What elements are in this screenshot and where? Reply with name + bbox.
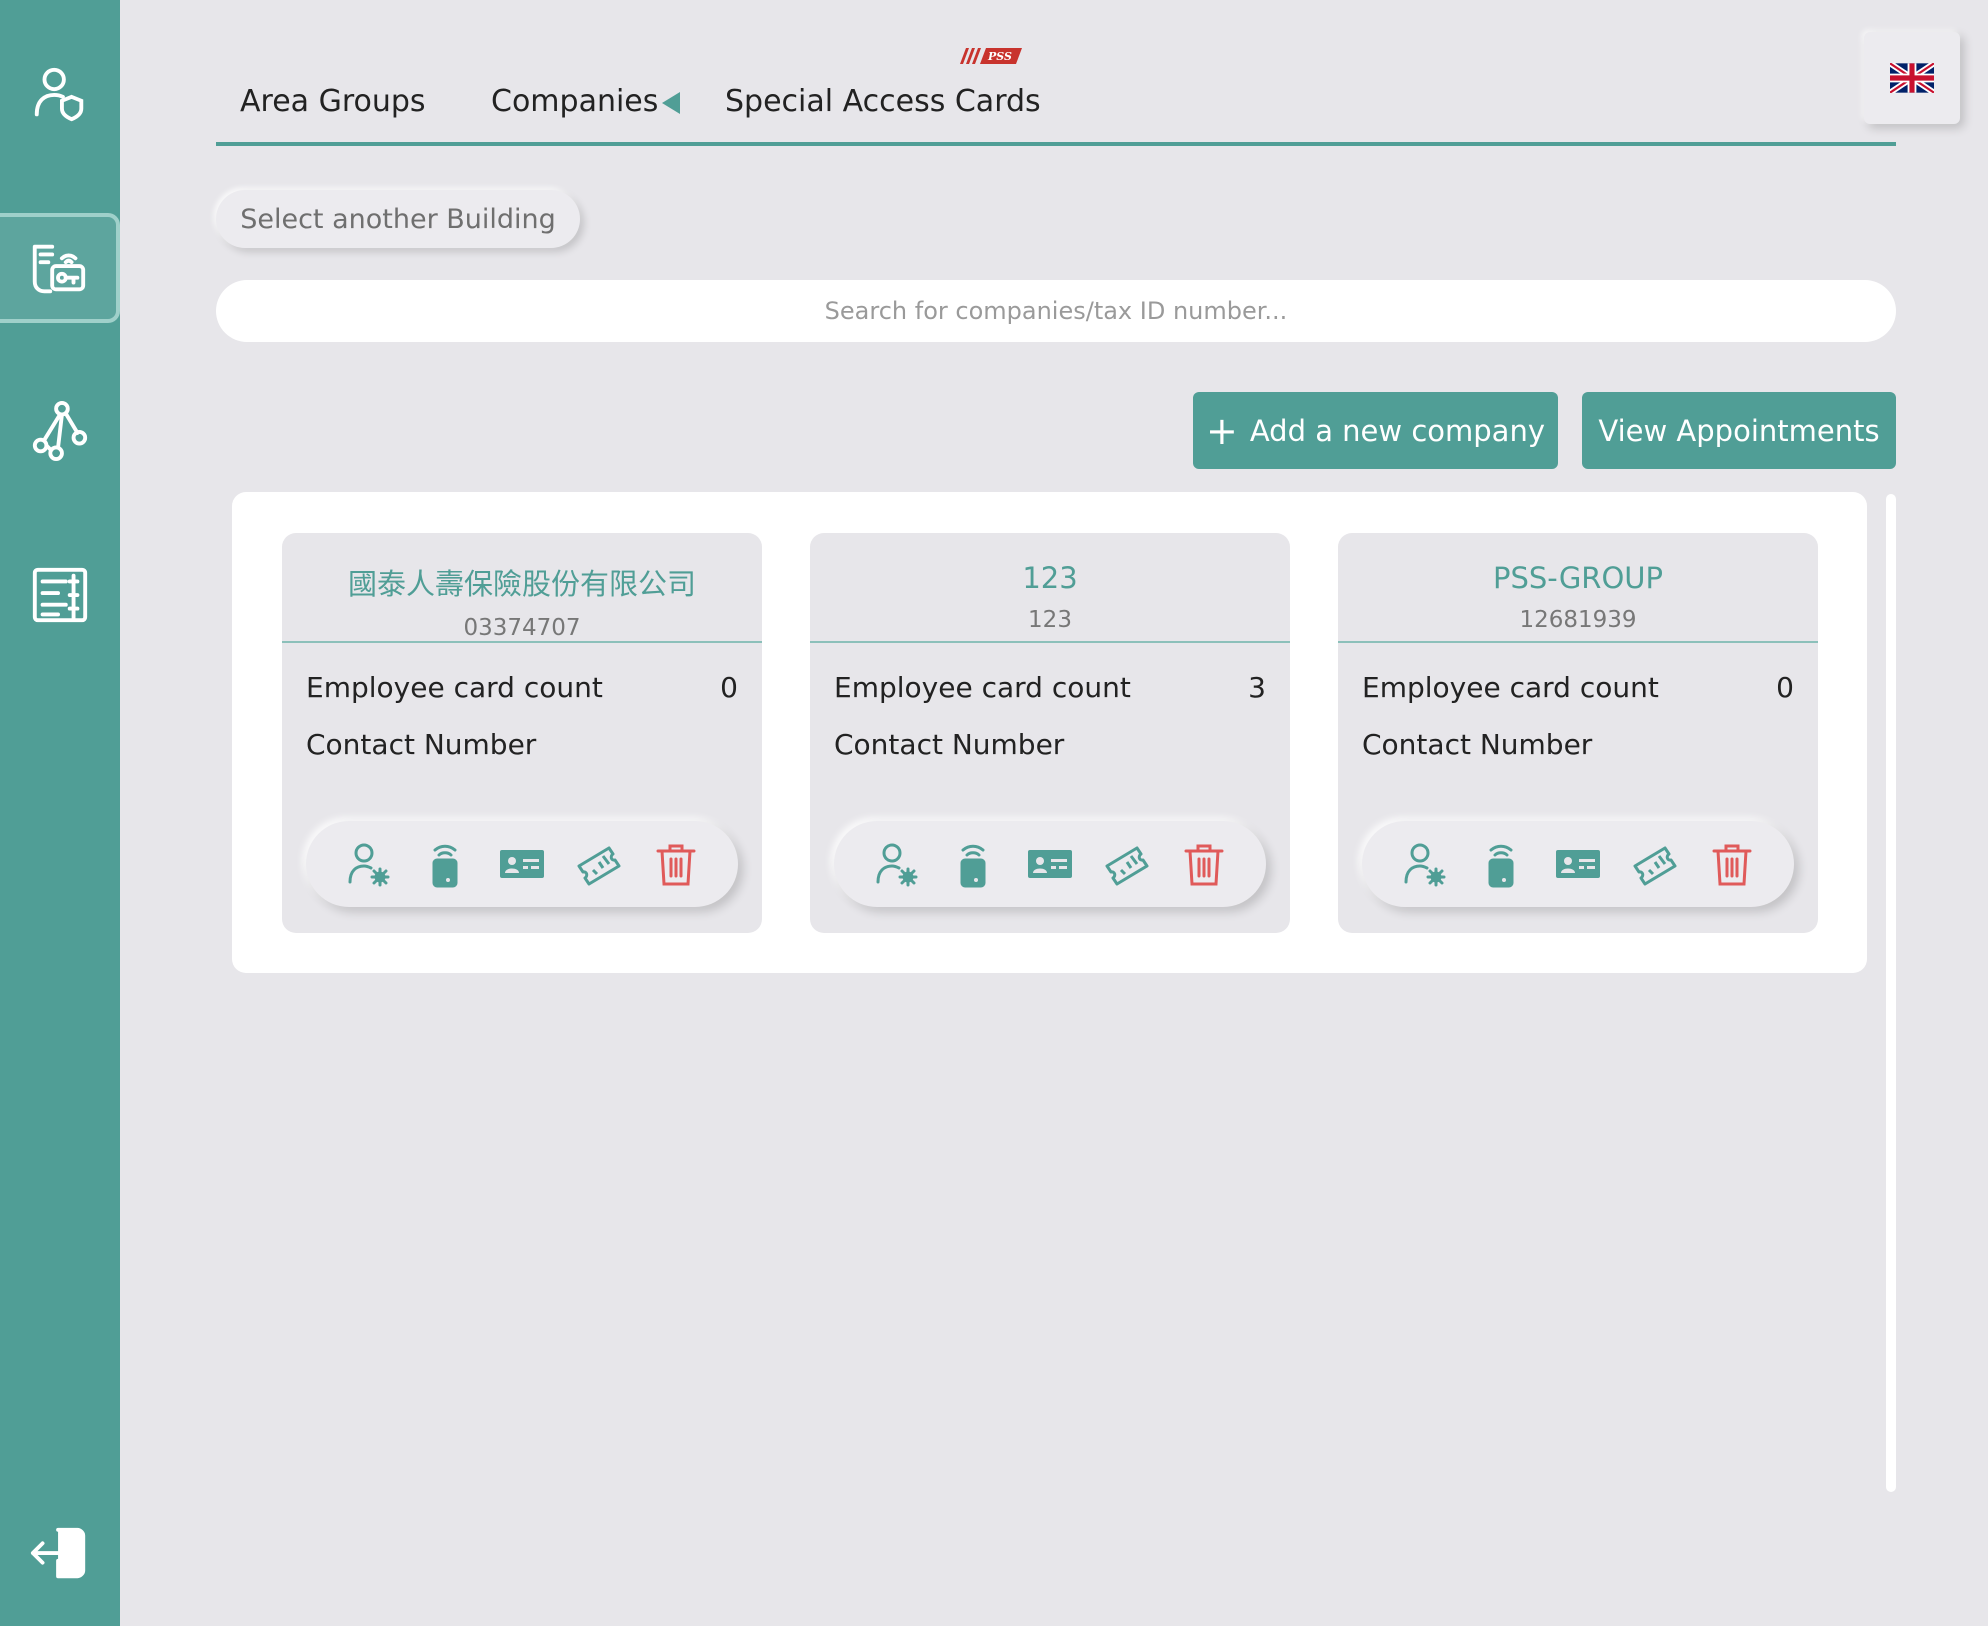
card-key-icon — [32, 244, 86, 294]
id-card-icon — [1555, 850, 1600, 878]
ticket-button[interactable] — [1628, 837, 1682, 891]
id-card-icon — [1027, 850, 1072, 878]
employee-card-count-row: Employee card count 0 — [1338, 671, 1818, 704]
employee-card-count-row: Employee card count 0 — [282, 671, 762, 704]
plus-icon: + — [1205, 408, 1238, 453]
add-company-label: Add a new company — [1249, 413, 1545, 448]
tab-area-groups[interactable]: Area Groups — [240, 84, 426, 119]
pss-logo: PSS — [960, 48, 1022, 64]
delete-button[interactable] — [1177, 837, 1231, 891]
scrollbar[interactable] — [1886, 494, 1896, 1492]
trash-icon — [1712, 844, 1752, 886]
uk-flag-icon — [1890, 63, 1934, 93]
user-settings-button[interactable] — [869, 837, 923, 891]
sidebar — [0, 0, 120, 1626]
contact-number-row: Contact Number — [1338, 728, 1818, 761]
search-input[interactable] — [216, 280, 1896, 342]
contact-number-label: Contact Number — [834, 728, 1065, 761]
ticket-icon — [577, 846, 621, 886]
contact-number-label: Contact Number — [306, 728, 537, 761]
company-card-header: 123 123 — [810, 533, 1290, 643]
rfid-card-button[interactable] — [1474, 837, 1528, 891]
company-name: PSS-GROUP — [1493, 561, 1663, 595]
company-card: 123 123 Employee card count 3 Contact Nu… — [810, 533, 1290, 933]
logout-icon — [30, 1527, 86, 1579]
company-tax-id: 12681939 — [1519, 607, 1637, 633]
active-tab-indicator — [662, 92, 680, 114]
id-card-button[interactable] — [1023, 837, 1077, 891]
user-settings-button[interactable] — [1397, 837, 1451, 891]
svg-text:PSS: PSS — [987, 50, 1012, 63]
company-tax-id: 03374707 — [463, 615, 581, 641]
company-tax-id: 123 — [1028, 607, 1072, 633]
id-card-icon — [499, 850, 544, 878]
company-name: 國泰人壽保險股份有限公司 — [347, 567, 696, 601]
rfid-card-icon — [432, 844, 458, 888]
company-name: 123 — [1022, 561, 1078, 595]
user-settings-icon — [348, 843, 390, 887]
employee-card-count-label: Employee card count — [834, 671, 1131, 704]
language-button[interactable] — [1864, 32, 1960, 124]
select-building-button[interactable]: Select another Building — [216, 190, 580, 248]
employee-card-count-value: 0 — [720, 671, 738, 704]
trash-icon — [656, 844, 696, 886]
rfid-card-button[interactable] — [946, 837, 1000, 891]
delete-button[interactable] — [649, 837, 703, 891]
trash-icon — [1184, 844, 1224, 886]
id-card-button[interactable] — [495, 837, 549, 891]
company-card-header: 國泰人壽保險股份有限公司 03374707 — [282, 533, 762, 643]
ticket-icon — [1105, 846, 1149, 886]
contact-number-row: Contact Number — [810, 728, 1290, 761]
add-company-button[interactable]: + Add a new company — [1193, 392, 1558, 469]
tab-special-access-cards[interactable]: Special Access Cards — [725, 84, 1041, 119]
logout-button[interactable] — [0, 1498, 120, 1608]
card-actions — [306, 821, 738, 907]
id-card-button[interactable] — [1551, 837, 1605, 891]
network-icon — [32, 400, 88, 461]
rfid-card-button[interactable] — [418, 837, 472, 891]
tab-companies[interactable]: Companies — [491, 84, 658, 119]
company-card: PSS-GROUP 12681939 Employee card count 0… — [1338, 533, 1818, 933]
employee-card-count-value: 3 — [1248, 671, 1266, 704]
view-appointments-button[interactable]: View Appointments — [1582, 392, 1896, 469]
user-shield-icon — [34, 67, 84, 122]
company-card-header: PSS-GROUP 12681939 — [1338, 533, 1818, 643]
user-settings-icon — [876, 843, 918, 887]
contact-number-row: Contact Number — [282, 728, 762, 761]
card-actions — [834, 821, 1266, 907]
employee-card-count-label: Employee card count — [306, 671, 603, 704]
tab-bar: Area Groups Companies Special Access Car… — [216, 70, 1896, 146]
sidebar-item-users[interactable] — [0, 38, 120, 148]
employee-card-count-row: Employee card count 3 — [810, 671, 1290, 704]
sidebar-item-records[interactable] — [0, 540, 120, 650]
user-settings-button[interactable] — [341, 837, 395, 891]
sidebar-item-access-cards[interactable] — [0, 213, 120, 323]
contact-number-label: Contact Number — [1362, 728, 1593, 761]
sidebar-item-network[interactable] — [0, 375, 120, 485]
delete-button[interactable] — [1705, 837, 1759, 891]
ticket-icon — [1633, 846, 1677, 886]
ticket-button[interactable] — [572, 837, 626, 891]
ticket-button[interactable] — [1100, 837, 1154, 891]
list-document-icon — [32, 567, 88, 623]
rfid-card-icon — [1488, 844, 1514, 888]
user-settings-icon — [1404, 843, 1446, 887]
employee-card-count-label: Employee card count — [1362, 671, 1659, 704]
rfid-card-icon — [960, 844, 986, 888]
card-actions — [1362, 821, 1794, 907]
company-card: 國泰人壽保險股份有限公司 03374707 Employee card coun… — [282, 533, 762, 933]
employee-card-count-value: 0 — [1776, 671, 1794, 704]
